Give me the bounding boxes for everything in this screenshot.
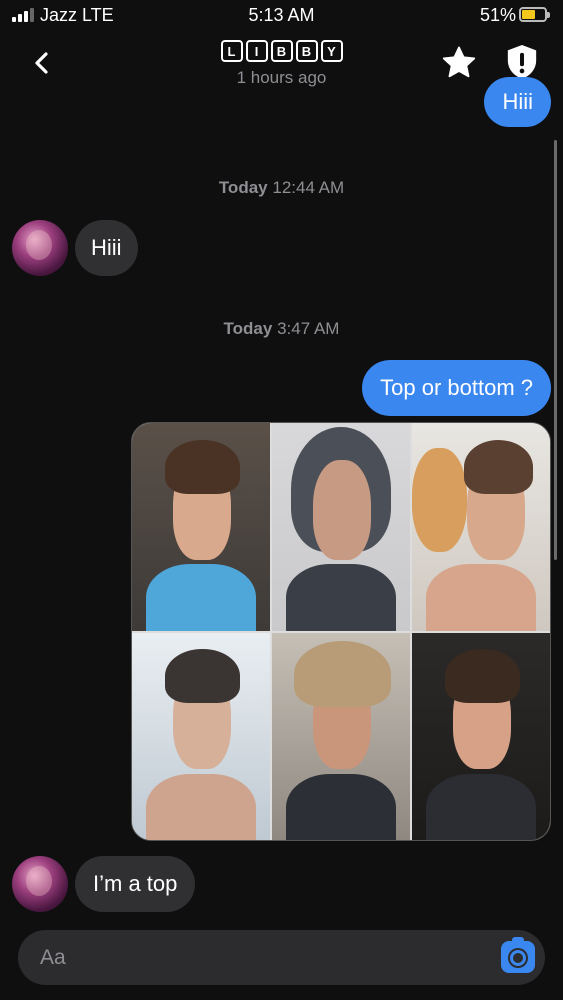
- scrollbar[interactable]: [554, 140, 557, 560]
- photo-thumbnail[interactable]: [412, 632, 550, 840]
- photo-thumbnail[interactable]: [272, 423, 410, 631]
- title-letter: L: [220, 40, 243, 62]
- camera-icon: [510, 950, 526, 966]
- chat-title[interactable]: L I B B Y 1 hours ago: [0, 40, 563, 88]
- timestamp-divider: Today 3:47 AM: [0, 319, 563, 339]
- photo-thumbnail[interactable]: [272, 632, 410, 840]
- status-time: 5:13 AM: [248, 5, 315, 25]
- incoming-message[interactable]: Hiii: [75, 220, 138, 276]
- timestamp-divider: Today 12:44 AM: [0, 178, 563, 198]
- camera-button[interactable]: [501, 937, 535, 973]
- photo-thumbnail[interactable]: [412, 423, 550, 631]
- avatar[interactable]: [12, 220, 68, 276]
- contact-name: L I B B Y: [220, 40, 343, 62]
- title-letter: Y: [320, 40, 343, 62]
- title-letter: B: [270, 40, 293, 62]
- status-bar: Jazz LTE 5:13 AM 51%: [0, 0, 563, 32]
- timestamp-day: Today: [218, 178, 268, 197]
- message-list[interactable]: Hiii Today 12:44 AM Hiii Today 3:47 AM T…: [0, 77, 563, 925]
- title-letter: B: [295, 40, 318, 62]
- timestamp-time: 12:44 AM: [272, 178, 345, 197]
- shield-alert-icon: [507, 45, 537, 79]
- favorite-button[interactable]: [440, 44, 478, 82]
- outgoing-message[interactable]: Hiii: [484, 77, 551, 127]
- timestamp-day: Today: [223, 319, 273, 338]
- message-composer: [18, 930, 545, 985]
- battery-icon: [519, 7, 550, 22]
- safety-button[interactable]: [502, 42, 542, 82]
- avatar[interactable]: [12, 856, 68, 912]
- timestamp-time: 3:47 AM: [277, 319, 340, 338]
- photo-collage-message[interactable]: [131, 422, 551, 841]
- incoming-message[interactable]: I’m a top: [75, 856, 196, 912]
- photo-thumbnail[interactable]: [132, 423, 270, 631]
- battery-percent: 51%: [479, 5, 516, 25]
- star-icon: [442, 46, 476, 78]
- outgoing-message[interactable]: Top or bottom ?: [362, 360, 551, 416]
- photo-thumbnail[interactable]: [132, 632, 270, 840]
- title-letter: I: [245, 40, 268, 62]
- message-input[interactable]: [40, 930, 480, 985]
